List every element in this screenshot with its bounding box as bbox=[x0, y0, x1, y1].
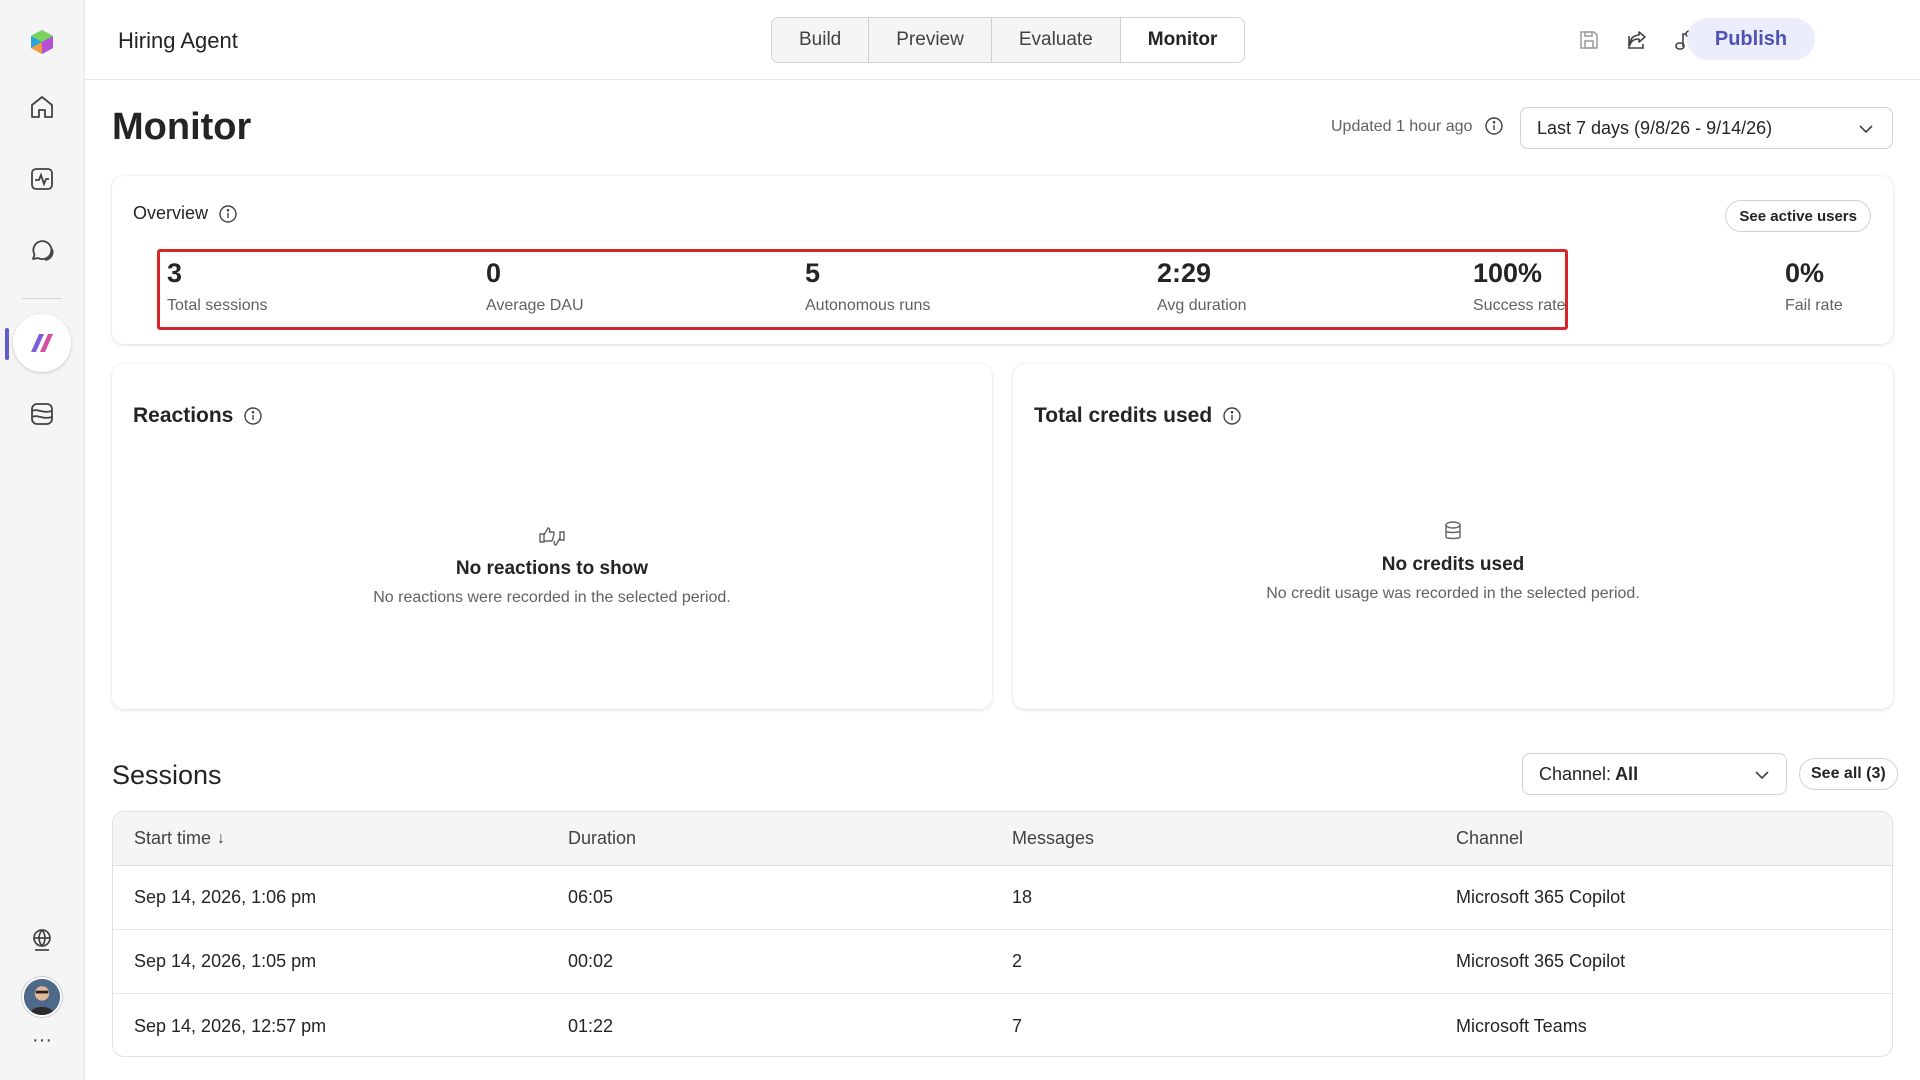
cell-messages: 18 bbox=[1012, 887, 1033, 907]
date-range-dropdown[interactable]: Last 7 days (9/8/26 - 9/14/26) bbox=[1520, 107, 1893, 149]
column-header-channel[interactable]: Channel bbox=[1456, 812, 1523, 865]
credits-empty-subtitle: No credit usage was recorded in the sele… bbox=[1266, 585, 1640, 602]
cell-duration: 00:02 bbox=[568, 951, 614, 971]
agent-studio-icon[interactable] bbox=[13, 314, 71, 372]
cell-start-time: Sep 14, 2026, 12:57 pm bbox=[134, 1015, 327, 1036]
metric-label: Success rate bbox=[1473, 297, 1566, 314]
see-all-sessions-button[interactable]: See all (3) bbox=[1799, 758, 1898, 790]
table-row[interactable]: Sep 14, 2026, 1:05 pm 00:02 2 Microsoft … bbox=[113, 930, 1892, 994]
metric-label: Average DAU bbox=[486, 297, 584, 314]
sort-down-icon: ↓ bbox=[217, 829, 226, 847]
channel-filter-value: All bbox=[1615, 763, 1639, 784]
reactions-title: Reactions bbox=[133, 404, 263, 428]
cell-start-time: Sep 14, 2026, 1:06 pm bbox=[134, 887, 317, 907]
metric-label: Autonomous runs bbox=[805, 297, 931, 314]
chevron-down-icon bbox=[1856, 119, 1876, 144]
reactions-empty-subtitle: No reactions were recorded in the select… bbox=[373, 589, 731, 606]
publish-button[interactable]: Publish bbox=[1687, 18, 1815, 60]
credits-empty-title: No credits used bbox=[1381, 554, 1525, 575]
metric-average-dau: 0 Average DAU bbox=[486, 258, 584, 315]
table-header: Start time ↓ Duration Messages Channel bbox=[113, 812, 1892, 866]
cell-messages: 7 bbox=[1012, 1015, 1023, 1036]
metric-total-sessions: 3 Total sessions bbox=[167, 258, 268, 315]
rail-separator bbox=[22, 298, 62, 299]
metric-value: 100% bbox=[1473, 258, 1543, 288]
rail-active-indicator bbox=[5, 328, 9, 360]
info-icon[interactable] bbox=[243, 406, 263, 426]
metric-avg-duration: 2:29 Avg duration bbox=[1157, 258, 1247, 315]
metric-label: Total sessions bbox=[167, 297, 268, 314]
credits-card: Total credits used No credits used No cr… bbox=[1013, 364, 1893, 709]
home-icon[interactable] bbox=[18, 83, 66, 131]
metric-fail-rate: 0% Fail rate bbox=[1785, 258, 1843, 315]
metric-value: 5 bbox=[805, 258, 821, 288]
tab-bar: Build Preview Evaluate Monitor bbox=[771, 17, 1246, 63]
tab-monitor[interactable]: Monitor bbox=[1120, 18, 1245, 62]
metric-value: 0% bbox=[1785, 258, 1825, 288]
cell-channel: Microsoft 365 Copilot bbox=[1456, 887, 1626, 907]
overview-title: Overview bbox=[133, 203, 238, 224]
column-header-messages[interactable]: Messages bbox=[1012, 812, 1094, 865]
coins-icon bbox=[1013, 520, 1893, 544]
metric-value: 3 bbox=[167, 258, 183, 288]
metric-label: Fail rate bbox=[1785, 297, 1843, 314]
cell-start-time: Sep 14, 2026, 1:05 pm bbox=[134, 951, 317, 971]
tab-build[interactable]: Build bbox=[772, 18, 870, 62]
cell-duration: 06:05 bbox=[568, 887, 614, 907]
sessions-table: Start time ↓ Duration Messages Channel S… bbox=[112, 811, 1893, 1057]
cell-duration: 01:22 bbox=[568, 1015, 614, 1036]
metric-value: 2:29 bbox=[1157, 258, 1212, 288]
table-row[interactable]: Sep 14, 2026, 12:57 pm 01:22 7 Microsoft… bbox=[113, 994, 1892, 1056]
overview-card: Overview See active users 3 Total sessio… bbox=[112, 176, 1893, 344]
avatar[interactable] bbox=[22, 977, 62, 1017]
info-icon[interactable] bbox=[218, 204, 238, 224]
credits-title-text: Total credits used bbox=[1034, 404, 1213, 427]
date-range-value: Last 7 days (9/8/26 - 9/14/26) bbox=[1537, 117, 1773, 138]
credits-empty-state: No credits used No credit usage was reco… bbox=[1013, 520, 1893, 603]
cell-channel: Microsoft Teams bbox=[1456, 1015, 1587, 1036]
tab-preview[interactable]: Preview bbox=[869, 18, 992, 62]
reactions-empty-title: No reactions to show bbox=[455, 558, 649, 579]
thumbs-up-down-icon bbox=[112, 524, 992, 548]
channel-filter-dropdown[interactable]: Channel: All bbox=[1522, 753, 1787, 795]
share-icon[interactable] bbox=[1621, 24, 1653, 56]
activity-icon[interactable] bbox=[18, 155, 66, 203]
sessions-title: Sessions bbox=[112, 760, 222, 790]
reactions-empty-state: No reactions to show No reactions were r… bbox=[112, 524, 992, 607]
column-label: Start time bbox=[134, 828, 212, 848]
info-icon[interactable] bbox=[1484, 116, 1504, 141]
column-header-duration[interactable]: Duration bbox=[568, 812, 636, 865]
table-row[interactable]: Sep 14, 2026, 1:06 pm 06:05 18 Microsoft… bbox=[113, 866, 1892, 930]
agent-name: Hiring Agent bbox=[118, 28, 238, 53]
chevron-down-icon bbox=[1752, 765, 1772, 790]
tab-evaluate[interactable]: Evaluate bbox=[991, 18, 1121, 62]
cell-channel: Microsoft 365 Copilot bbox=[1456, 951, 1626, 971]
globe-icon[interactable] bbox=[18, 916, 66, 964]
channel-filter-prefix: Channel: bbox=[1539, 763, 1612, 784]
copilot-logo-icon[interactable] bbox=[18, 18, 66, 66]
save-icon[interactable] bbox=[1573, 24, 1605, 56]
left-rail: ··· bbox=[0, 0, 85, 1080]
see-active-users-button[interactable]: See active users bbox=[1725, 200, 1871, 232]
overview-title-text: Overview bbox=[133, 203, 209, 223]
info-icon[interactable] bbox=[1222, 406, 1242, 426]
metric-autonomous-runs: 5 Autonomous runs bbox=[805, 258, 930, 315]
metric-success-rate: 100% Success rate bbox=[1473, 258, 1565, 315]
metric-value: 0 bbox=[486, 258, 502, 288]
reactions-title-text: Reactions bbox=[133, 404, 234, 427]
updated-status: Updated 1 hour ago bbox=[1331, 118, 1473, 135]
column-header-start-time[interactable]: Start time ↓ bbox=[134, 812, 225, 865]
page-title: Monitor bbox=[112, 106, 252, 148]
reactions-card: Reactions No reactions to show No reacti… bbox=[112, 364, 992, 709]
cell-messages: 2 bbox=[1012, 951, 1023, 971]
top-bar: Hiring Agent Build Preview Evaluate Moni… bbox=[85, 0, 1920, 80]
library-icon[interactable] bbox=[18, 390, 66, 438]
rail-more-icon[interactable]: ··· bbox=[18, 1024, 66, 1056]
metric-label: Avg duration bbox=[1157, 297, 1247, 314]
chat-icon[interactable] bbox=[18, 227, 66, 275]
credits-title: Total credits used bbox=[1034, 404, 1242, 428]
